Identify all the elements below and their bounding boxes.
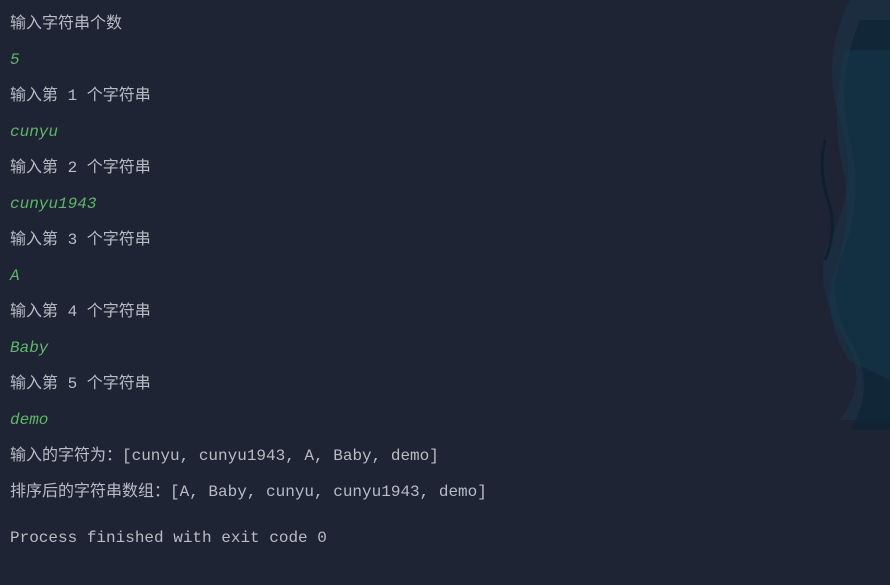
input-count: 5 <box>10 48 880 72</box>
prompt-string-2: 输入第 2 个字符串 <box>10 156 880 180</box>
output-sorted-array: 排序后的字符串数组：[A, Baby, cunyu, cunyu1943, de… <box>10 480 880 504</box>
console-output: 输入字符串个数 5 输入第 1 个字符串 cunyu 输入第 2 个字符串 cu… <box>10 12 880 550</box>
input-string-4: Baby <box>10 336 880 360</box>
input-string-2: cunyu1943 <box>10 192 880 216</box>
prompt-string-5: 输入第 5 个字符串 <box>10 372 880 396</box>
prompt-string-1: 输入第 1 个字符串 <box>10 84 880 108</box>
prompt-string-4: 输入第 4 个字符串 <box>10 300 880 324</box>
prompt-string-3: 输入第 3 个字符串 <box>10 228 880 252</box>
prompt-count: 输入字符串个数 <box>10 12 880 36</box>
output-original-array: 输入的字符为：[cunyu, cunyu1943, A, Baby, demo] <box>10 444 880 468</box>
exit-message: Process finished with exit code 0 <box>10 526 880 550</box>
input-string-3: A <box>10 264 880 288</box>
input-string-1: cunyu <box>10 120 880 144</box>
input-string-5: demo <box>10 408 880 432</box>
